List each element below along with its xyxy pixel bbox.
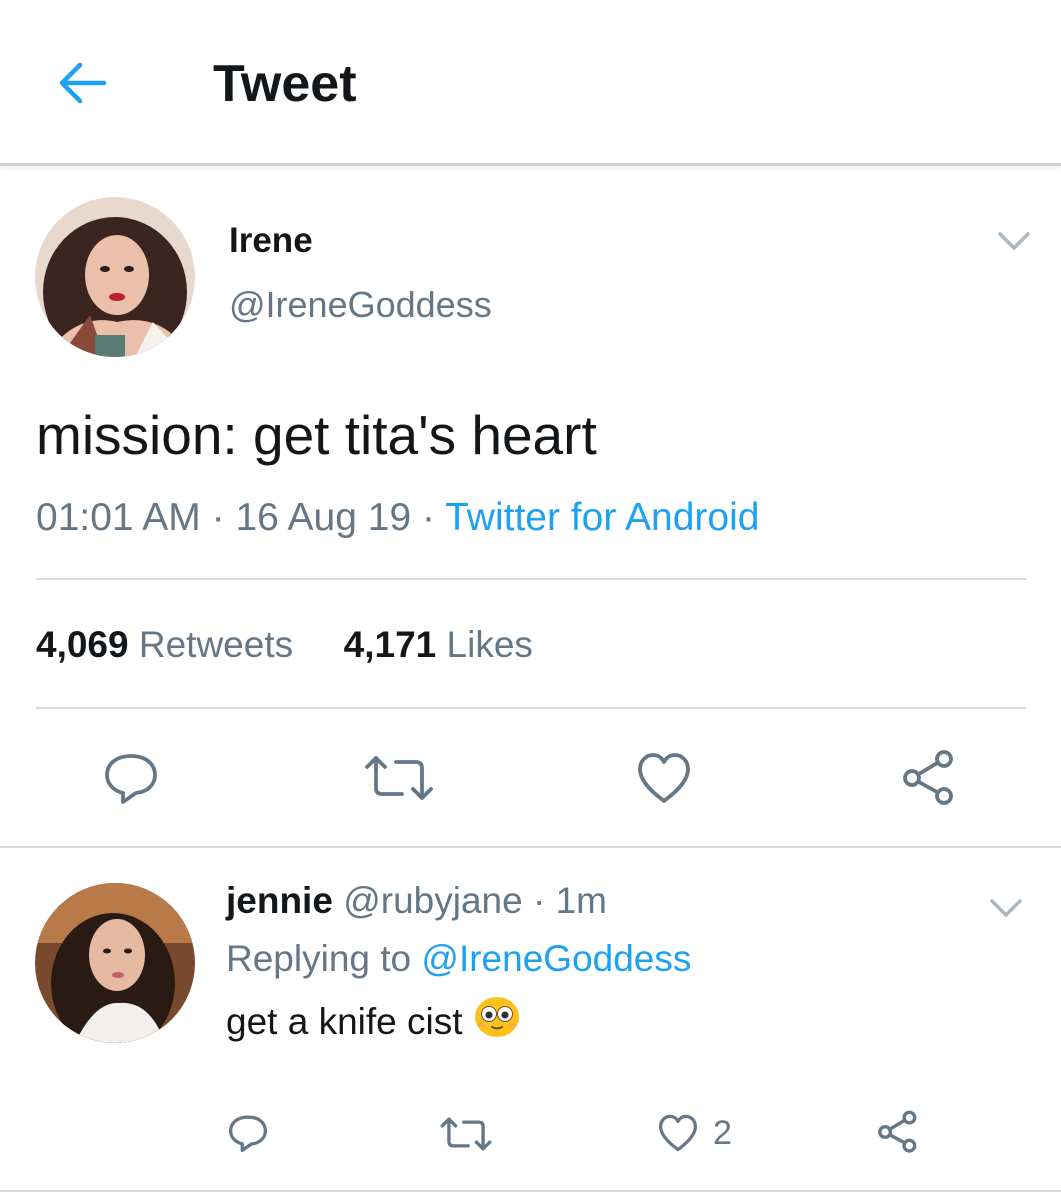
retweets-stat[interactable]: 4,069 Retweets (36, 624, 293, 666)
top-app-bar: Tweet (0, 0, 1061, 166)
replying-to-mention[interactable]: @IreneGoddess (421, 938, 691, 979)
reply-author-avatar[interactable] (35, 883, 195, 1043)
tweet-source-link[interactable]: Twitter for Android (445, 496, 759, 539)
reply-share-button[interactable] (876, 1110, 920, 1154)
reply-button[interactable] (102, 751, 160, 805)
reply-text: get a knife cist (226, 1000, 463, 1042)
reply-bubble-icon (105, 754, 157, 804)
meta-separator: · (211, 496, 225, 539)
author-avatar[interactable] (35, 197, 195, 357)
tweet-text: mission: get tita's heart (36, 404, 597, 466)
divider (36, 707, 1026, 709)
divider (36, 578, 1026, 580)
heart-icon (658, 1114, 698, 1152)
retweets-count: 4,069 (36, 624, 129, 665)
reply-menu-button[interactable] (988, 896, 1024, 925)
tweet-date: 16 Aug 19 (235, 496, 412, 539)
replying-to-label: Replying to (226, 938, 412, 979)
reply-text-row: get a knife cist (226, 995, 521, 1048)
retweets-label: Retweets (138, 624, 294, 665)
heart-icon (638, 753, 690, 803)
reply-header: jennie @rubyjane · 1m (226, 880, 607, 922)
retweet-icon (440, 1117, 492, 1151)
section-divider (0, 846, 1061, 848)
tweet-meta: 01:01 AM · 16 Aug 19 · Twitter for Andro… (36, 496, 759, 540)
retweet-button[interactable] (364, 754, 434, 802)
reply-author-name[interactable]: jennie (226, 880, 333, 921)
author-name[interactable]: Irene (229, 221, 313, 261)
chevron-down-icon (990, 899, 1022, 917)
section-divider (0, 1190, 1061, 1192)
reply-author-handle[interactable]: @rubyjane (343, 880, 523, 921)
share-button[interactable] (900, 749, 958, 807)
chevron-down-icon (998, 232, 1030, 250)
like-button[interactable] (635, 751, 693, 805)
reply-retweet-button[interactable] (440, 1116, 492, 1152)
flushed-face-emoji (473, 995, 521, 1048)
reply-like-count: 2 (713, 1113, 732, 1152)
tweet-time: 01:01 AM (36, 496, 201, 539)
reply-reply-button[interactable] (227, 1113, 269, 1153)
replying-to: Replying to @IreneGoddess (226, 938, 691, 980)
likes-count: 4,171 (343, 624, 437, 665)
likes-label: Likes (446, 624, 533, 665)
reply-like-button[interactable]: 2 (657, 1113, 732, 1153)
likes-stat[interactable]: 4,171 Likes (344, 624, 533, 666)
share-icon (878, 1110, 917, 1153)
arrow-left-icon (59, 62, 107, 104)
page-title: Tweet (213, 55, 357, 113)
back-button[interactable] (52, 58, 112, 108)
reply-separator: · (532, 880, 546, 921)
tweet-stats: 4,069 Retweets 4,171 Likes (36, 624, 533, 666)
reply-time: 1m (555, 880, 607, 921)
reply-bubble-icon (228, 1115, 268, 1153)
author-handle[interactable]: @IreneGoddess (229, 284, 492, 326)
share-icon (903, 750, 953, 805)
tweet-menu-button[interactable] (996, 229, 1032, 258)
meta-separator: · (421, 496, 435, 539)
retweet-icon (365, 756, 433, 800)
